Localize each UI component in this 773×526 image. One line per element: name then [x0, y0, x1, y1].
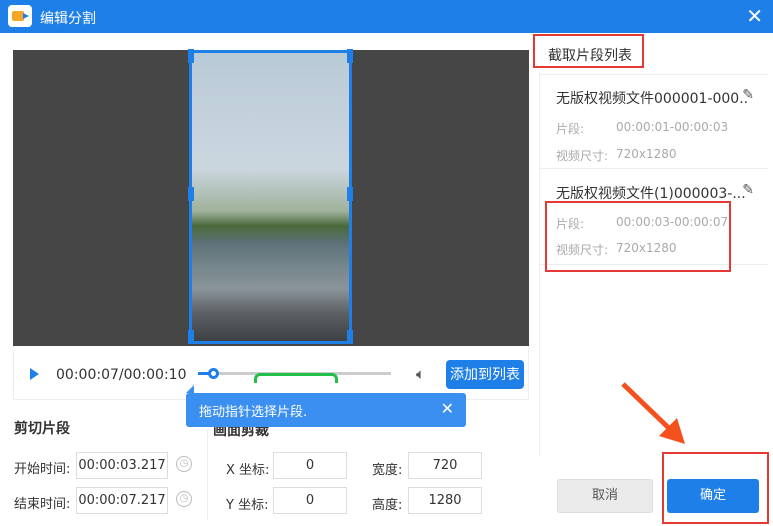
play-icon[interactable]	[30, 368, 39, 380]
hint-text: 拖动指针选择片段.	[199, 405, 308, 420]
clip-list-title: 截取片段列表	[548, 48, 632, 64]
end-time-label: 结束时间:	[14, 497, 71, 512]
selected-segment[interactable]	[254, 373, 338, 383]
start-time-input[interactable]: 00:00:03.217	[76, 452, 168, 479]
title-bar: 编辑分割 ✕	[0, 0, 773, 33]
reset-clock-icon[interactable]: ◷	[176, 456, 192, 472]
crop-handle[interactable]	[188, 49, 194, 63]
start-time-label: 开始时间:	[14, 462, 71, 477]
window-title: 编辑分割	[40, 11, 96, 27]
timeline-handle[interactable]	[208, 368, 219, 379]
time-display: 00:00:07/00:00:10	[56, 367, 187, 383]
highlight-box	[545, 201, 731, 272]
y-input[interactable]: 0	[273, 487, 347, 514]
height-input[interactable]: 1280	[408, 487, 482, 514]
crop-frame[interactable]	[189, 50, 352, 344]
confirm-button[interactable]: 确定	[667, 479, 759, 513]
cut-heading: 剪切片段	[14, 421, 70, 437]
width-label: 宽度:	[372, 463, 403, 478]
reset-clock-icon[interactable]: ◷	[176, 491, 192, 507]
cancel-button[interactable]: 取消	[557, 479, 653, 513]
crop-handle[interactable]	[188, 187, 194, 201]
edit-pencil-icon[interactable]: ✎	[742, 87, 754, 103]
arrow-annotation-icon	[621, 382, 685, 444]
height-label: 高度:	[372, 498, 403, 513]
size-value: 720x1280	[616, 147, 677, 161]
volume-icon[interactable]: 🔈︎	[416, 365, 425, 383]
segment-value: 00:00:01-00:00:03	[616, 120, 729, 134]
crop-handle[interactable]	[347, 49, 353, 63]
divider	[207, 430, 208, 520]
crop-handle[interactable]	[188, 330, 194, 344]
hint-tooltip: 拖动指针选择片段. ✕	[186, 385, 466, 427]
width-input[interactable]: 720	[408, 452, 482, 479]
end-time-input[interactable]: 00:00:07.217	[76, 487, 168, 514]
close-icon[interactable]: ✕	[746, 4, 763, 28]
app-logo-icon	[8, 5, 32, 27]
x-input[interactable]: 0	[273, 452, 347, 479]
x-label: X 坐标:	[226, 463, 270, 478]
close-icon[interactable]: ✕	[441, 399, 454, 418]
crop-handle[interactable]	[347, 330, 353, 344]
crop-handle[interactable]	[347, 187, 353, 201]
clip-name: 无版权视频文件000001-000..	[556, 91, 749, 107]
segment-label: 片段:	[556, 122, 585, 136]
list-item[interactable]: 无版权视频文件000001-000.. ✎ 片段: 00:00:01-00:00…	[540, 74, 768, 169]
add-to-list-button[interactable]: 添加到列表	[446, 360, 524, 389]
y-label: Y 坐标:	[226, 498, 269, 513]
clip-name: 无版权视频文件(1)000003-...	[556, 186, 746, 202]
size-label: 视频尺寸:	[556, 149, 609, 163]
edit-pencil-icon[interactable]: ✎	[742, 182, 754, 198]
